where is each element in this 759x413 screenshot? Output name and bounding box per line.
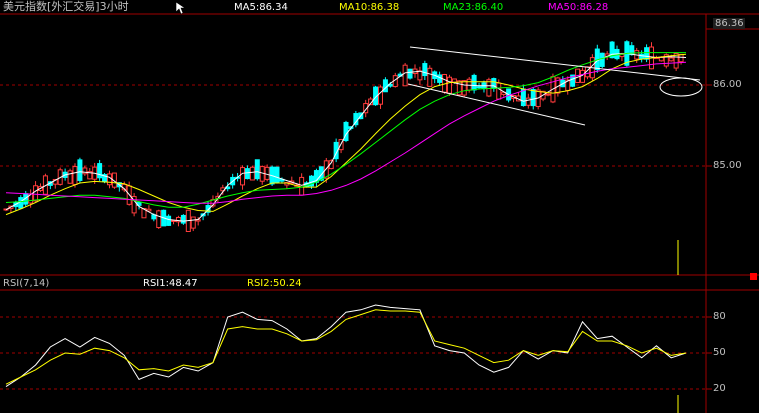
candle-up <box>427 67 433 87</box>
candle-up <box>402 64 408 87</box>
candle-up <box>33 185 39 202</box>
candle-down <box>166 215 172 226</box>
candle-down <box>437 74 443 83</box>
candle-down <box>599 52 605 67</box>
candle-down <box>254 159 260 180</box>
candle-up <box>668 57 674 62</box>
candle-down <box>77 159 83 181</box>
candle-up <box>451 78 457 83</box>
candle-up <box>67 170 73 184</box>
candle-up <box>678 53 684 63</box>
candle-up <box>82 167 88 175</box>
rsi1-label: RSI1:48.47 <box>143 278 198 289</box>
ma5-label: MA5:86.34 <box>234 2 288 13</box>
chart-stage <box>0 13 759 413</box>
annotation-circle <box>659 77 703 97</box>
candle-up <box>417 70 423 81</box>
cursor-icon <box>175 1 186 15</box>
rsi2-line <box>5 309 687 385</box>
candle-down <box>639 53 645 60</box>
candle-up <box>580 69 586 83</box>
rsi-indicator-name: RSI(7,14) <box>3 278 50 289</box>
rsi-axis-label-50: 50 <box>713 347 726 358</box>
candle-up <box>249 166 255 181</box>
price-axis-last-label: 86.36 <box>713 18 745 29</box>
candle-up <box>461 80 467 96</box>
candle-down <box>97 163 103 179</box>
rsi-axis-label-80: 80 <box>713 311 726 322</box>
ma10-label: MA10:86.38 <box>339 2 400 13</box>
candlestick-series <box>3 40 684 233</box>
candle-down <box>530 89 536 107</box>
candle-down <box>407 68 413 79</box>
candle-up <box>545 93 551 96</box>
candle-up <box>525 97 531 106</box>
scroll-marker[interactable] <box>750 273 757 280</box>
candle-down <box>244 168 250 180</box>
rsi-axis-label-20: 20 <box>713 383 726 394</box>
candle-up <box>264 166 270 180</box>
candle-up <box>446 76 452 94</box>
ma23-label: MA23:86.40 <box>443 2 504 13</box>
candle-down <box>471 74 477 91</box>
price-axis-label-86: 86.00 <box>713 79 742 90</box>
rsi2-label: RSI2:50.24 <box>247 278 302 289</box>
chart-title: 美元指数[外汇交易]3小时 <box>3 0 129 13</box>
candle-up <box>496 82 502 100</box>
price-axis-label-85: 85.00 <box>713 160 742 171</box>
candle-up <box>658 56 664 62</box>
candle-up <box>72 166 78 185</box>
candle-up <box>190 216 196 229</box>
candle-down <box>644 47 650 60</box>
candle-up <box>156 210 162 229</box>
candle-down <box>422 63 428 77</box>
ma50-label: MA50:86.28 <box>548 2 609 13</box>
candle-up <box>106 173 112 186</box>
candle-up <box>377 86 383 105</box>
candle-up <box>240 167 246 186</box>
candle-down <box>180 214 186 224</box>
candle-down <box>476 86 482 89</box>
candle-down <box>274 166 280 184</box>
